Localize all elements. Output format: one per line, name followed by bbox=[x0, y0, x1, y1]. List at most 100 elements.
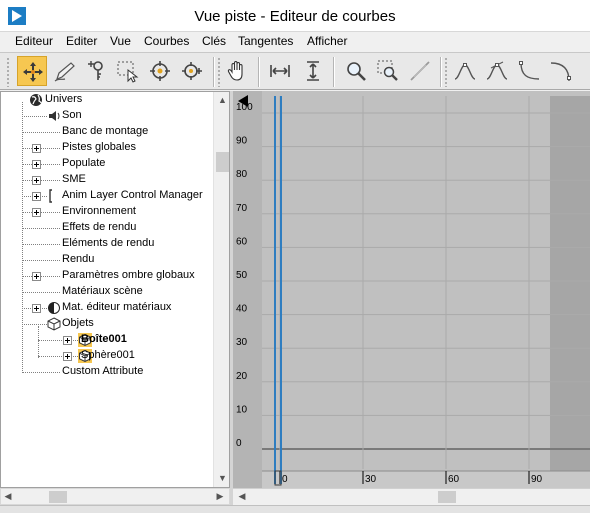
tree-horizontal-scrollbar[interactable]: ◀ ▶ bbox=[0, 488, 230, 505]
add-keys-icon bbox=[88, 61, 103, 80]
tree-item-label: SME bbox=[62, 173, 86, 185]
tree-item[interactable]: Univers bbox=[1, 92, 213, 108]
tree-connector bbox=[22, 116, 47, 117]
move-keys-button[interactable] bbox=[17, 56, 47, 86]
pan-button[interactable] bbox=[222, 56, 252, 86]
tree-item[interactable]: Paramètres ombre globaux bbox=[1, 268, 213, 284]
tree-connector bbox=[22, 180, 60, 181]
scroll-up-arrow-icon[interactable]: ▲ bbox=[214, 92, 229, 109]
zoom-icon bbox=[347, 62, 366, 81]
x-tick-label: 0 bbox=[282, 474, 288, 485]
speaker-icon bbox=[47, 109, 61, 123]
tree-item-label: Custom Attribute bbox=[62, 365, 144, 377]
tree-item[interactable]: Son bbox=[1, 108, 213, 124]
scroll-left-arrow-icon[interactable]: ◀ bbox=[1, 488, 15, 505]
tree-item-label: Matériaux scène bbox=[62, 285, 143, 297]
tree-connector bbox=[22, 244, 60, 245]
zoom-region-button[interactable] bbox=[373, 56, 403, 86]
tree-expand-plus-icon[interactable] bbox=[32, 304, 41, 313]
tree-item[interactable]: SME bbox=[1, 172, 213, 188]
tree-item-label: Son bbox=[62, 109, 82, 121]
y-tick-label: 20 bbox=[236, 371, 248, 382]
tangent-auto-button[interactable] bbox=[450, 56, 480, 86]
toolbar-separator bbox=[258, 57, 260, 87]
curve-graph-canvas[interactable]: 10090807060504030201000 30 60 90 bbox=[233, 91, 590, 488]
region-select-button[interactable] bbox=[112, 56, 142, 86]
tree-item[interactable]: Pistes globales bbox=[1, 140, 213, 156]
tangent-slow-icon bbox=[550, 62, 571, 82]
tree-item[interactable]: Anim Layer Control Manager bbox=[1, 188, 213, 204]
menu-courbes[interactable]: Courbes bbox=[144, 34, 189, 48]
tree-item[interactable]: Environnement bbox=[1, 204, 213, 220]
tree-expand-plus-icon[interactable] bbox=[63, 336, 72, 345]
tree-item[interactable]: Objets bbox=[1, 316, 213, 332]
y-tick-label: 10 bbox=[236, 404, 248, 415]
menu-tangentes[interactable]: Tangentes bbox=[238, 34, 293, 48]
tree-item-label: Mat. éditeur matériaux bbox=[62, 301, 172, 313]
tree-expand-plus-icon[interactable] bbox=[32, 144, 41, 153]
toolbar-separator bbox=[333, 57, 335, 87]
tree-expand-plus-icon[interactable] bbox=[63, 352, 72, 361]
tree-item[interactable]: Mat. éditeur matériaux bbox=[1, 300, 213, 316]
tree-vertical-scrollbar[interactable]: ▲ ▼ bbox=[213, 92, 229, 487]
add-keys-button[interactable] bbox=[82, 56, 112, 86]
y-tick-label: 30 bbox=[236, 337, 248, 348]
inactive-range-region bbox=[550, 96, 590, 471]
tree-item[interactable]: Populate bbox=[1, 156, 213, 172]
tree-connector bbox=[22, 132, 60, 133]
tree-expand-plus-icon[interactable] bbox=[32, 208, 41, 217]
toolbar-separator bbox=[213, 57, 215, 87]
scroll-left-arrow-icon[interactable]: ◀ bbox=[235, 488, 249, 505]
draw-curves-button[interactable] bbox=[50, 56, 80, 86]
tangent-slow-button[interactable] bbox=[546, 56, 576, 86]
tree-item[interactable]: Sphère001 bbox=[1, 348, 213, 364]
y-tick-label: 40 bbox=[236, 304, 248, 315]
tree-item[interactable]: Effets de rendu bbox=[1, 220, 213, 236]
scroll-down-arrow-icon[interactable]: ▼ bbox=[214, 470, 229, 487]
tangent-fast-icon bbox=[519, 61, 540, 80]
isolate-curve-button[interactable] bbox=[405, 56, 435, 86]
toolbar-grip[interactable] bbox=[444, 57, 448, 87]
retime-all-icon bbox=[182, 62, 202, 80]
title-bar[interactable]: Vue piste - Editeur de courbes bbox=[0, 0, 590, 32]
tree-vertical-scroll-thumb[interactable] bbox=[216, 152, 229, 172]
tree-connector bbox=[22, 164, 60, 165]
tree-expand-plus-icon[interactable] bbox=[32, 272, 41, 281]
retime-all-button[interactable] bbox=[177, 56, 207, 86]
menu-cles[interactable]: Clés bbox=[202, 34, 226, 48]
curve-horizontal-scroll-thumb[interactable] bbox=[438, 491, 456, 503]
zoom-button[interactable] bbox=[341, 56, 371, 86]
menu-vue[interactable]: Vue bbox=[110, 34, 131, 48]
tree-connector bbox=[22, 276, 60, 277]
tree-item[interactable]: Matériaux scène bbox=[1, 284, 213, 300]
bracket-icon bbox=[47, 189, 61, 203]
tree-expand-plus-icon[interactable] bbox=[32, 192, 41, 201]
tree-item[interactable]: Rendu bbox=[1, 252, 213, 268]
tree-item[interactable]: Eléments de rendu bbox=[1, 236, 213, 252]
frame-horizontal-button[interactable] bbox=[265, 56, 295, 86]
toolbar bbox=[0, 52, 590, 90]
tree-item[interactable]: Boîte001 bbox=[1, 332, 213, 348]
frame-horizontal-icon bbox=[270, 65, 290, 77]
scroll-right-arrow-icon[interactable]: ▶ bbox=[213, 488, 227, 505]
tree-expand-plus-icon[interactable] bbox=[32, 160, 41, 169]
tree-expand-plus-icon[interactable] bbox=[32, 176, 41, 185]
tree-item[interactable]: Custom Attribute bbox=[1, 364, 213, 380]
menu-editeur[interactable]: Editeur bbox=[15, 34, 53, 48]
tangent-auto-icon bbox=[454, 63, 476, 80]
curve-editor-graph[interactable]: 100 90 80 70 60 50 40 30 20 10 0 0 30 60 90 bbox=[233, 91, 590, 488]
tangent-fast-button[interactable] bbox=[514, 56, 544, 86]
curve-horizontal-scrollbar[interactable]: ◀ bbox=[233, 488, 590, 505]
tree-item[interactable]: Banc de montage bbox=[1, 124, 213, 140]
toolbar-grip[interactable] bbox=[6, 57, 10, 87]
y-tick-label: 50 bbox=[236, 270, 248, 281]
tree-horizontal-scroll-thumb[interactable] bbox=[49, 491, 67, 503]
tangent-custom-button[interactable] bbox=[482, 56, 512, 86]
object-cube-icon bbox=[47, 317, 61, 331]
tree-item-label: Rendu bbox=[62, 253, 95, 265]
toolbar-grip[interactable] bbox=[217, 57, 221, 87]
menu-editer[interactable]: Editer bbox=[66, 34, 97, 48]
retime-button[interactable] bbox=[145, 56, 175, 86]
frame-vertical-button[interactable] bbox=[298, 56, 328, 86]
menu-afficher[interactable]: Afficher bbox=[307, 34, 347, 48]
